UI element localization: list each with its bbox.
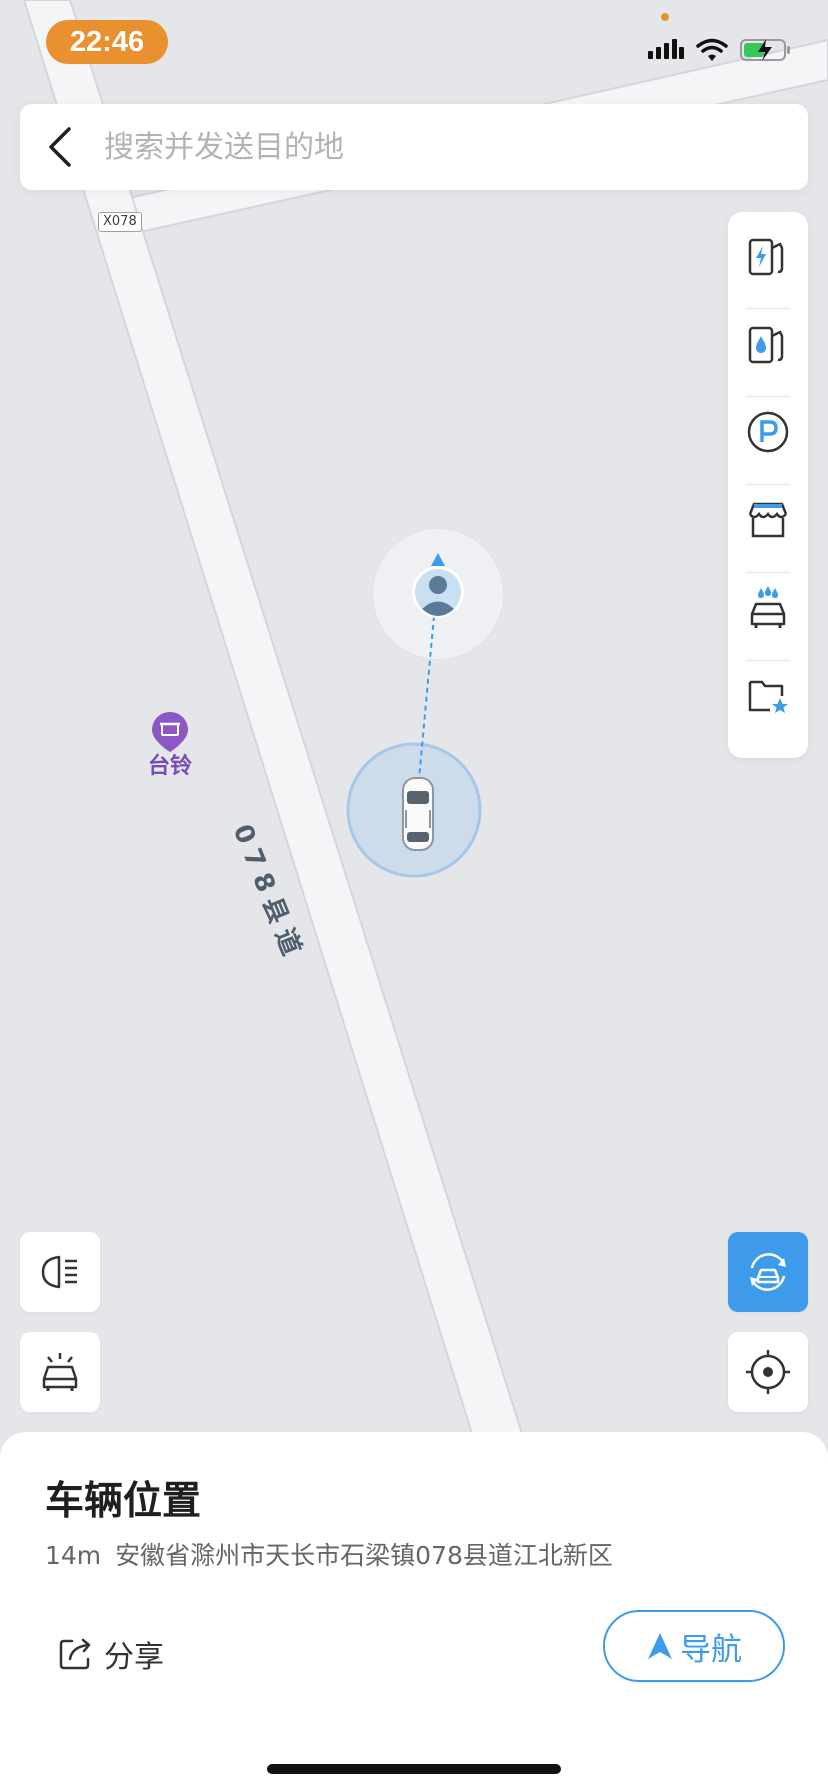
navigate-label: 导航 (680, 1631, 742, 1668)
shop-icon (748, 502, 788, 538)
favorites-folder-icon (748, 680, 788, 713)
poi-label[interactable]: 台铃 (140, 748, 200, 780)
distance-text: 14m (45, 1541, 102, 1570)
car-marker-icon[interactable] (402, 777, 434, 851)
location-subtitle: 14m 安徽省滁州市天长市石梁镇078县道江北新区 (45, 1536, 613, 1572)
address-text: 安徽省滁州市天长市石梁镇078县道江北新区 (115, 1541, 613, 1570)
sheet-title: 车辆位置 (45, 1479, 202, 1524)
car-refresh-icon (750, 1253, 786, 1291)
car-refresh-button[interactable] (728, 1232, 808, 1312)
shop-button[interactable] (728, 476, 808, 564)
locate-icon (746, 1350, 790, 1394)
share-button[interactable]: 分享 (58, 1624, 164, 1684)
search-input[interactable] (100, 129, 808, 165)
navigate-button[interactable]: 导航 (603, 1610, 785, 1682)
parking-button[interactable] (728, 388, 808, 476)
home-indicator[interactable] (267, 1764, 561, 1774)
search-bar (20, 104, 808, 190)
parking-icon (747, 411, 789, 453)
car-alarm-button[interactable] (20, 1332, 100, 1412)
charging-station-icon (748, 238, 784, 276)
status-icons (648, 34, 792, 66)
battery-charging-icon (740, 39, 790, 61)
wifi-icon (696, 38, 728, 61)
car-wash-button[interactable] (728, 564, 808, 652)
road-badge: X078 (98, 212, 142, 232)
navigation-arrow-icon (648, 1633, 672, 1659)
headlight-button[interactable] (20, 1232, 100, 1312)
charging-station-button[interactable] (728, 212, 808, 300)
poi-category-panel (728, 212, 808, 758)
cellular-signal-icon (648, 39, 684, 59)
share-icon (59, 1638, 91, 1670)
privacy-indicator-dot (661, 13, 669, 21)
chevron-left-icon (49, 127, 71, 167)
vehicle-location-sheet: 车辆位置 14m 安徽省滁州市天长市石梁镇078县道江北新区 分享 导航 (0, 1432, 828, 1792)
car-wash-icon (750, 586, 786, 628)
gas-station-icon (748, 326, 784, 364)
screen: X078 台铃 078县道 22:46 搜索并发送目的地 车辆位置 14m 安徽… (0, 0, 828, 1792)
car-alarm-icon (42, 1353, 78, 1391)
favorites-button[interactable] (728, 652, 808, 740)
back-button[interactable] (20, 104, 100, 190)
locate-button[interactable] (728, 1332, 808, 1412)
headlight-icon (41, 1255, 77, 1289)
store-pin-icon[interactable] (152, 712, 188, 752)
gas-station-button[interactable] (728, 300, 808, 388)
status-time: 22:46 (46, 20, 168, 64)
share-label: 分享 (104, 1640, 164, 1675)
